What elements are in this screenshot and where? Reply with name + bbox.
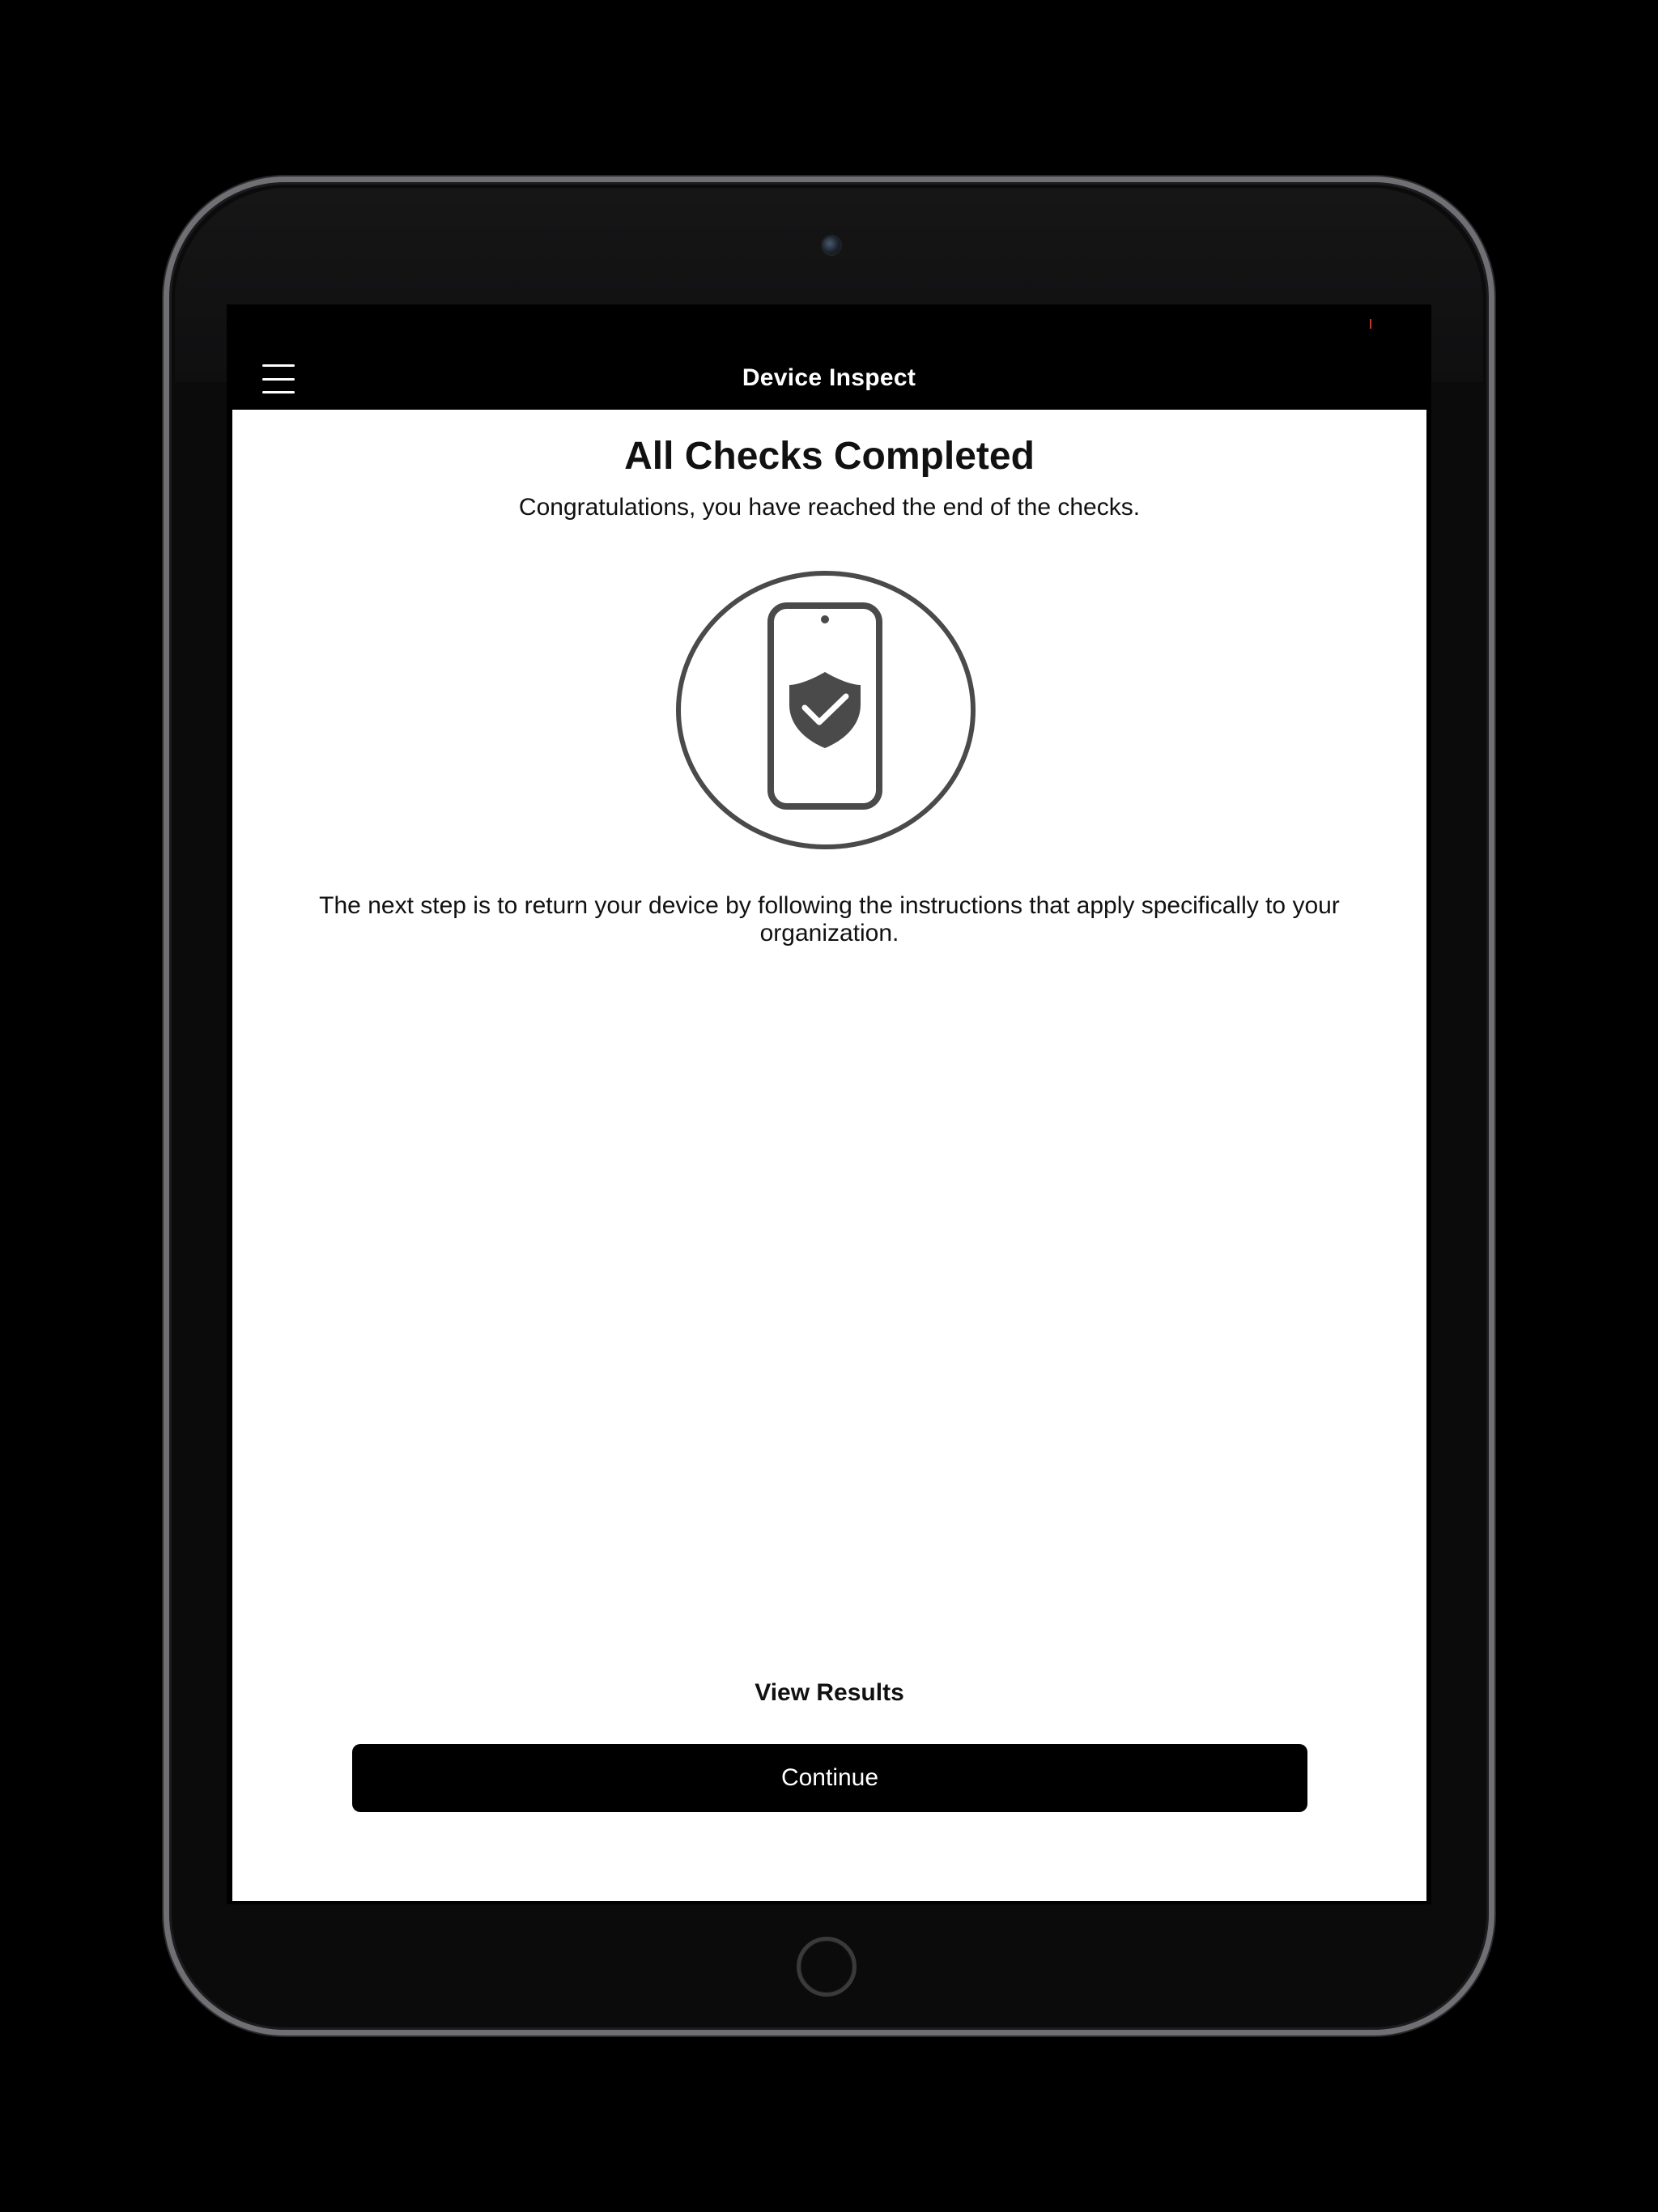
instructions-text: The next step is to return your device b… <box>319 892 1340 946</box>
navigation-bar: Device Inspect <box>227 350 1431 408</box>
view-results-link[interactable]: View Results <box>232 1679 1426 1707</box>
front-camera-icon <box>821 235 842 256</box>
page-title: All Checks Completed <box>624 435 1035 478</box>
continue-button[interactable]: Continue <box>352 1744 1307 1812</box>
icon-phone-camera <box>821 615 829 623</box>
status-indicator-icon <box>1370 319 1371 329</box>
page-subtitle: Congratulations, you have reached the en… <box>518 494 1141 521</box>
main-content: All Checks Completed Congratulations, yo… <box>232 410 1426 1901</box>
home-button[interactable] <box>797 1937 857 1997</box>
phone-shield-check-icon <box>676 571 976 849</box>
status-bar <box>227 304 1431 350</box>
icon-shield <box>789 672 861 748</box>
app-screen: Device Inspect All Checks Completed Cong… <box>227 304 1431 1904</box>
nav-title: Device Inspect <box>742 364 916 391</box>
